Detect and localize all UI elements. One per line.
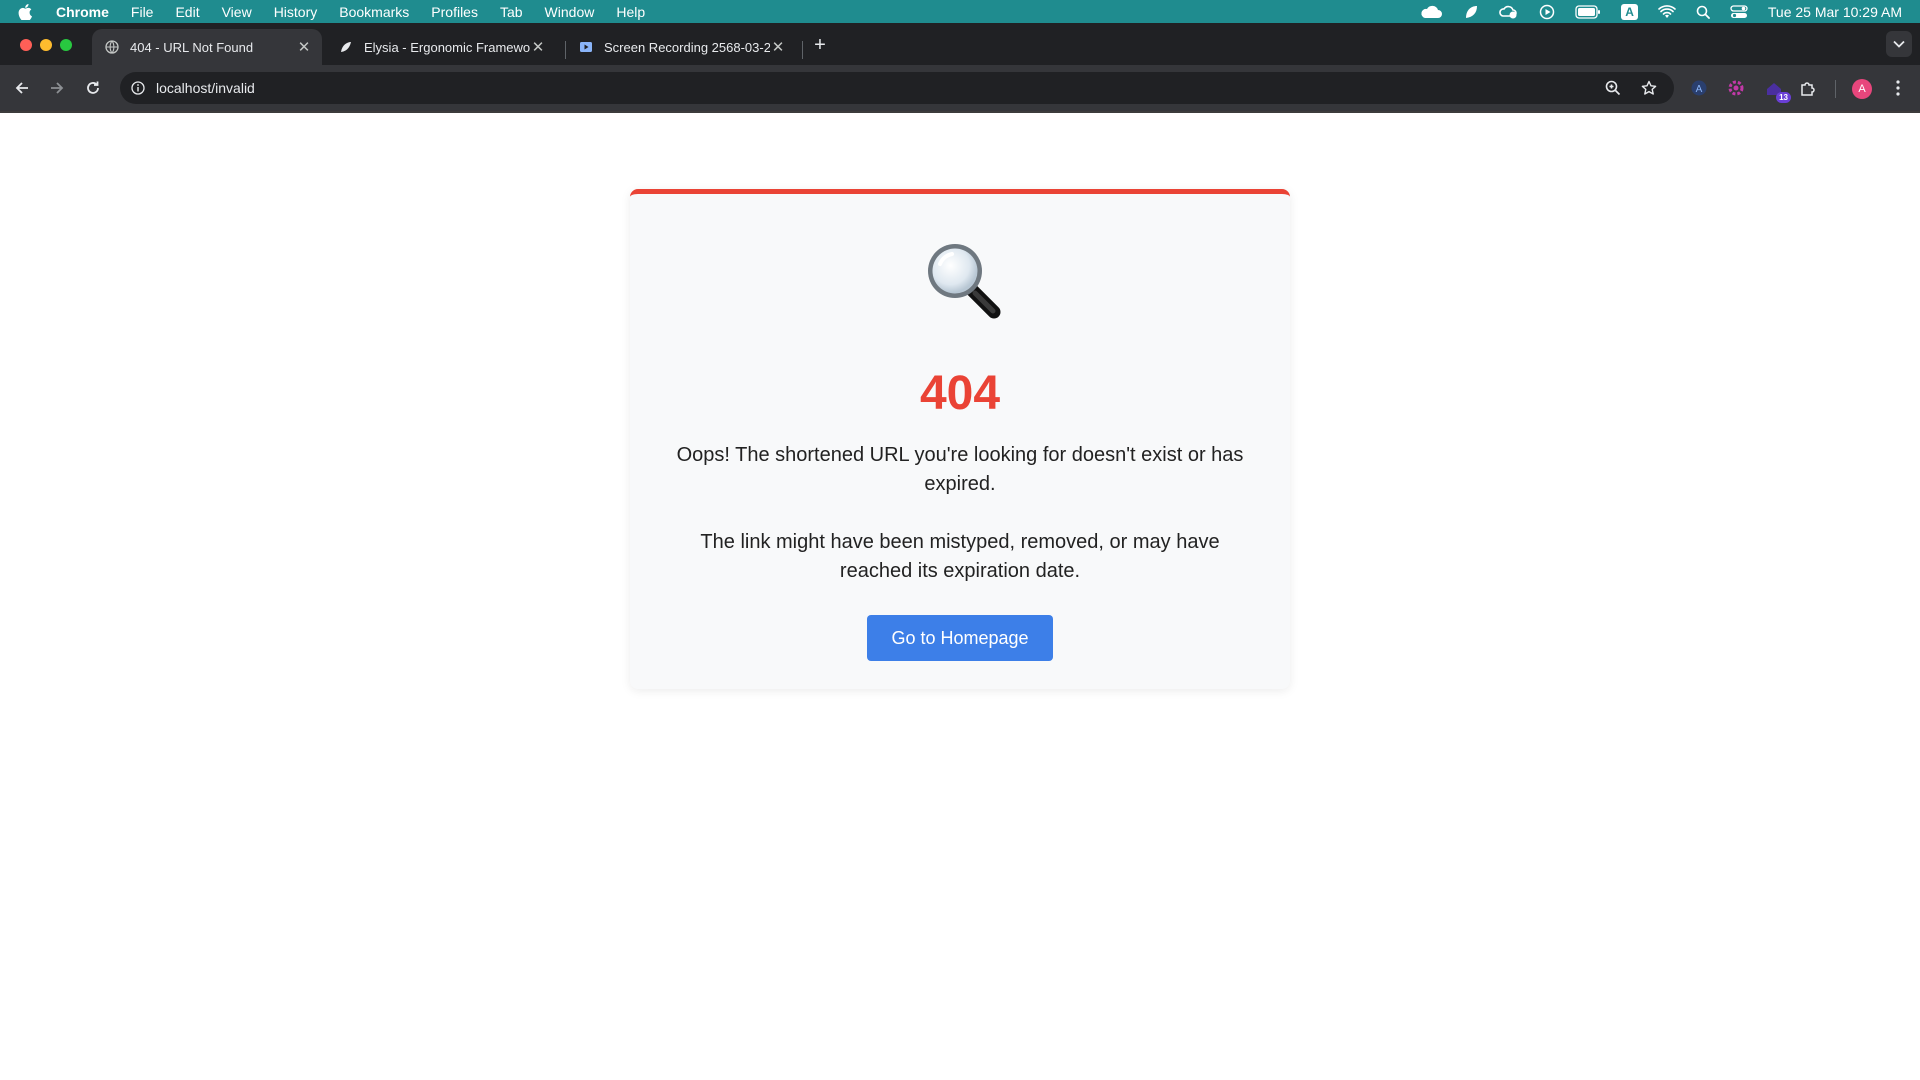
tab-separator (802, 41, 803, 59)
spotlight-search-icon[interactable] (1696, 5, 1710, 19)
error-message-primary: Oops! The shortened URL you're looking f… (676, 444, 1244, 495)
extensions-puzzle-icon[interactable] (1797, 77, 1819, 99)
tab-close-icon[interactable]: ✕ (770, 39, 786, 55)
play-circle-icon[interactable] (1539, 4, 1555, 20)
tab-search-button[interactable] (1886, 31, 1912, 57)
tab-title: 404 - URL Not Found (130, 39, 254, 55)
extension-badge-icon[interactable]: 13 (1763, 77, 1791, 103)
tab-404-url-not-found[interactable]: 404 - URL Not Found ✕ (92, 29, 322, 65)
profile-avatar[interactable]: A (1852, 79, 1872, 99)
new-tab-button[interactable]: + (808, 33, 832, 57)
menu-help[interactable]: Help (616, 4, 645, 20)
forward-arrow-icon[interactable] (45, 76, 69, 100)
leaf-icon[interactable] (1463, 4, 1479, 20)
window-zoom-button[interactable] (60, 39, 72, 51)
tab-title: Screen Recording 2568-03-2 (604, 39, 770, 55)
site-info-icon[interactable] (130, 80, 146, 96)
toolbar-divider (1835, 80, 1836, 98)
menu-view[interactable]: View (222, 4, 252, 20)
elysia-logo-icon (338, 39, 354, 55)
extension-a-icon[interactable]: A (1688, 77, 1710, 99)
tab-elysia[interactable]: Elysia - Ergonomic Framewor ✕ (326, 29, 556, 65)
reload-icon[interactable] (81, 76, 105, 100)
go-to-homepage-button[interactable]: Go to Homepage (867, 615, 1053, 661)
chrome-toolbar: localhost/invalid A 13 (0, 65, 1920, 111)
svg-text:A: A (1696, 84, 1703, 95)
address-bar[interactable]: localhost/invalid (120, 72, 1674, 104)
tab-close-icon[interactable]: ✕ (296, 39, 312, 55)
tab-title: Elysia - Ergonomic Framewor (364, 39, 530, 55)
chrome-tab-strip: 404 - URL Not Found ✕ Elysia - Ergonomic… (0, 23, 1920, 65)
extension-gear-icon[interactable] (1725, 77, 1747, 99)
menu-profiles[interactable]: Profiles (431, 4, 478, 20)
video-file-icon (578, 39, 594, 55)
menu-app-chrome[interactable]: Chrome (56, 4, 109, 20)
macos-menu-bar: Chrome File Edit View History Bookmarks … (0, 0, 1920, 23)
extension-count-badge: 13 (1776, 92, 1791, 103)
zoom-icon[interactable] (1602, 77, 1624, 99)
window-minimize-button[interactable] (40, 39, 52, 51)
tab-screen-recording[interactable]: Screen Recording 2568-03-2 ✕ (566, 29, 796, 65)
menu-tab[interactable]: Tab (500, 4, 523, 20)
chevron-down-icon (1893, 40, 1905, 48)
back-arrow-icon[interactable] (10, 76, 34, 100)
menu-bookmarks[interactable]: Bookmarks (339, 4, 409, 20)
cloud-sync-icon[interactable] (1499, 4, 1519, 20)
wifi-icon[interactable] (1658, 4, 1676, 19)
globe-icon (104, 39, 120, 55)
menu-bar-status-area: A Tue 25 Mar 10:29 AM (1419, 0, 1902, 23)
bookmark-star-icon[interactable] (1638, 77, 1660, 99)
magnifying-glass-icon (920, 236, 1004, 320)
menu-bar-clock[interactable]: Tue 25 Mar 10:29 AM (1768, 4, 1902, 20)
menu-edit[interactable]: Edit (175, 4, 199, 20)
error-message-secondary: The link might have been mistyped, remov… (700, 531, 1220, 582)
input-source-indicator[interactable]: A (1621, 3, 1638, 20)
toolbar-bottom-border (0, 111, 1920, 113)
battery-icon[interactable] (1575, 4, 1601, 19)
cloud-icon[interactable] (1419, 5, 1443, 19)
apple-menu-icon[interactable] (18, 3, 40, 20)
control-center-icon[interactable] (1730, 4, 1748, 19)
error-card: 404 Oops! The shortened URL you're looki… (630, 189, 1290, 689)
menu-file[interactable]: File (131, 4, 154, 20)
error-code: 404 (919, 367, 1001, 420)
menu-window[interactable]: Window (545, 4, 595, 20)
chrome-menu-icon[interactable] (1887, 77, 1909, 99)
url-text[interactable]: localhost/invalid (156, 80, 1602, 96)
tab-close-icon[interactable]: ✕ (530, 39, 546, 55)
menu-history[interactable]: History (274, 4, 318, 20)
window-close-button[interactable] (20, 39, 32, 51)
